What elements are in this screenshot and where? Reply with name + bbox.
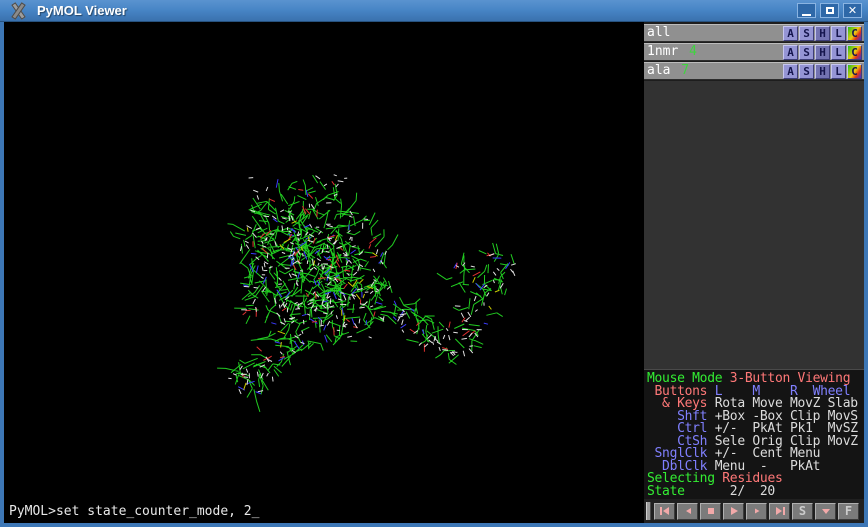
skip-to-start-button[interactable]	[654, 503, 675, 520]
h-menu-button[interactable]: H	[815, 64, 830, 79]
h-menu-button[interactable]: H	[815, 45, 830, 60]
a-menu-button[interactable]: A	[783, 64, 798, 79]
skip-end-icon	[773, 505, 787, 517]
maximize-icon	[826, 7, 834, 14]
window-controls: ✕	[797, 3, 862, 18]
minimize-button[interactable]	[797, 3, 816, 18]
object-action-buttons: ASHLC	[783, 26, 862, 41]
step-forward-button[interactable]	[746, 503, 767, 520]
step-back-button[interactable]	[677, 503, 698, 520]
mouse-mode-matrix: Mouse Mode 3-Button Viewing Buttons L M …	[644, 370, 864, 499]
s-menu-button[interactable]: S	[799, 64, 814, 79]
command-line[interactable]: PyMOL>set state_counter_mode, 2_	[4, 499, 644, 523]
maximize-button[interactable]	[820, 3, 839, 18]
x11-logo-icon	[8, 3, 28, 19]
object-action-buttons: ASHLC	[783, 45, 862, 60]
object-name: all	[644, 25, 670, 41]
mouse-matrix-line[interactable]: State 2/ 20	[647, 486, 864, 499]
object-row-all[interactable]: all ASHLC	[644, 24, 864, 42]
toolbar-grip[interactable]	[646, 502, 651, 520]
skip-to-end-button[interactable]	[769, 503, 790, 520]
triangle-right-icon	[727, 505, 741, 517]
window-body: PyMOL>set state_counter_mode, 2_ allASHL…	[4, 22, 864, 523]
l-menu-button[interactable]: L	[831, 26, 846, 41]
object-state-count: 4	[678, 44, 697, 60]
panel-spacer	[644, 81, 864, 370]
c-menu-button[interactable]: C	[847, 64, 862, 79]
title-bar: PyMOL Viewer ✕	[0, 0, 868, 22]
scene-button[interactable]: S	[792, 503, 813, 520]
object-name: 1nmr	[644, 44, 678, 60]
a-menu-button[interactable]: A	[783, 45, 798, 60]
command-cursor: _	[252, 504, 260, 519]
small-arrow-right-icon	[750, 505, 764, 517]
full-screen-button[interactable]: F	[838, 503, 859, 520]
close-button[interactable]: ✕	[843, 3, 862, 18]
c-menu-button[interactable]: C	[847, 45, 862, 60]
3d-viewport[interactable]	[4, 22, 644, 499]
movie-controls: SF	[644, 499, 864, 523]
command-text: set state_counter_mode, 2	[56, 504, 252, 519]
command-prompt: PyMOL>	[9, 504, 56, 519]
minimize-icon	[802, 14, 811, 16]
control-panel: allASHLC1nmr 4ASHLCala 7ASHLC Mouse Mode…	[644, 22, 864, 523]
object-row-1nmr[interactable]: 1nmr 4 ASHLC	[644, 43, 864, 61]
s-menu-button[interactable]: S	[799, 45, 814, 60]
object-state-count: 7	[670, 63, 689, 79]
close-icon: ✕	[848, 5, 857, 16]
viewer-column: PyMOL>set state_counter_mode, 2_	[4, 22, 644, 523]
stop-button[interactable]	[700, 503, 721, 520]
skip-start-icon	[658, 505, 672, 517]
square-icon	[704, 505, 718, 517]
pymol-window: PyMOL Viewer ✕ PyMOL>set state_counter_m…	[0, 0, 868, 527]
window-title: PyMOL Viewer	[37, 3, 127, 18]
triangle-left-icon	[681, 505, 695, 517]
h-menu-button[interactable]: H	[815, 26, 830, 41]
c-menu-button[interactable]: C	[847, 26, 862, 41]
object-action-buttons: ASHLC	[783, 64, 862, 79]
s-menu-button[interactable]: S	[799, 26, 814, 41]
triangle-down-icon	[819, 505, 833, 517]
l-menu-button[interactable]: L	[831, 64, 846, 79]
molecule-hydrogen-bonds	[228, 175, 516, 394]
a-menu-button[interactable]: A	[783, 26, 798, 41]
object-row-ala[interactable]: ala 7 ASHLC	[644, 62, 864, 80]
state-menu-button[interactable]	[815, 503, 836, 520]
object-list: allASHLC1nmr 4ASHLCala 7ASHLC	[644, 22, 864, 81]
play-button[interactable]	[723, 503, 744, 520]
molecule-render	[4, 22, 644, 499]
object-name: ala	[644, 63, 670, 79]
l-menu-button[interactable]: L	[831, 45, 846, 60]
